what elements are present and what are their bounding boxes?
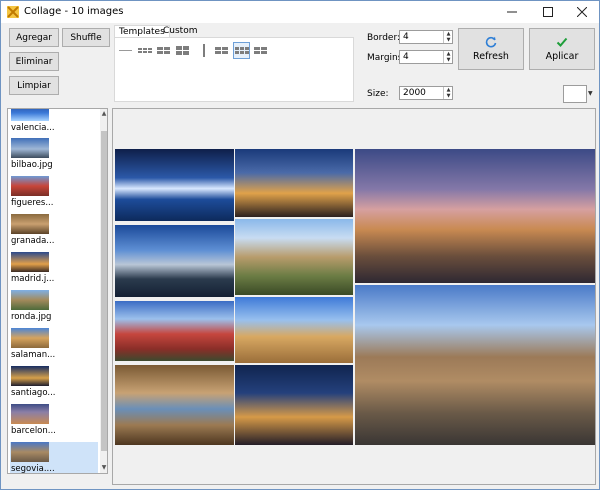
size-label: Size: xyxy=(367,89,389,99)
template-option[interactable] xyxy=(174,42,191,59)
margins-value: 4 xyxy=(403,52,409,62)
margins-spinner[interactable]: 4 ▲ ▼ xyxy=(399,50,453,64)
close-button[interactable] xyxy=(565,1,599,23)
list-item[interactable]: ronda.jpg xyxy=(10,290,98,328)
file-name: santiago... xyxy=(11,388,56,398)
apply-button[interactable]: Aplicar xyxy=(529,28,595,70)
collage-photo-santiago xyxy=(235,365,353,445)
background-color-picker[interactable] xyxy=(563,85,587,103)
checkmark-icon xyxy=(556,37,568,47)
shuffle-button[interactable]: Shuffle xyxy=(62,28,110,47)
list-item[interactable]: bilbao.jpg xyxy=(10,138,98,176)
refresh-label: Refresh xyxy=(473,51,509,62)
thumbnail-image xyxy=(11,138,49,158)
collage-photo-salamanca xyxy=(235,297,353,363)
minimize-button[interactable] xyxy=(495,1,529,23)
size-value: 2000 xyxy=(403,88,426,98)
list-item[interactable]: barcelon... xyxy=(10,404,98,442)
spinner-down-icon[interactable]: ▼ xyxy=(445,37,452,43)
thumbnail-image xyxy=(11,290,49,310)
collage-photo-granada xyxy=(115,365,234,445)
template-tabs: Templates Custom xyxy=(114,25,354,38)
template-option[interactable] xyxy=(155,42,172,59)
thumbnail-image xyxy=(11,176,49,196)
border-spinner[interactable]: 4 ▲ ▼ xyxy=(399,30,453,44)
thumbnail-image xyxy=(11,328,49,348)
collage-photo-figueres xyxy=(115,301,234,361)
collage-photo-barcelona xyxy=(355,149,595,283)
size-spinner[interactable]: 2000 ▲ ▼ xyxy=(399,86,453,100)
file-name: salaman... xyxy=(11,350,56,360)
minimize-icon xyxy=(507,11,517,13)
file-name: segovia.... xyxy=(11,464,55,474)
clear-button[interactable]: Limpiar xyxy=(9,76,59,95)
image-list-scrollbar[interactable]: ▲ ▼ xyxy=(100,109,107,473)
window-title: Collage - 10 images xyxy=(24,6,124,17)
template-option-selected[interactable] xyxy=(233,42,250,59)
template-option[interactable] xyxy=(117,42,134,59)
collage-window: Collage - 10 images Agregar Shuffle Elim… xyxy=(0,0,600,490)
template-option[interactable] xyxy=(213,42,230,59)
file-name: granada... xyxy=(11,236,55,246)
border-value: 4 xyxy=(403,32,409,42)
file-name: ronda.jpg xyxy=(11,312,52,322)
template-option[interactable] xyxy=(195,42,212,59)
file-name: madrid.j... xyxy=(11,274,55,284)
thumbnail-image xyxy=(11,442,49,462)
refresh-icon xyxy=(485,36,497,48)
add-button[interactable]: Agregar xyxy=(9,28,59,47)
collage-icon xyxy=(7,6,19,18)
template-panel xyxy=(114,37,354,102)
collage-photo-madrid xyxy=(235,149,353,217)
spinner-down-icon[interactable]: ▼ xyxy=(445,93,452,99)
thumbnail-image xyxy=(11,366,49,386)
file-name: bilbao.jpg xyxy=(11,160,53,170)
collage-preview xyxy=(112,108,596,485)
close-icon xyxy=(577,7,587,17)
file-name: barcelon... xyxy=(11,426,56,436)
file-name: figueres... xyxy=(11,198,54,208)
image-list[interactable]: valencia... bilbao.jpg figueres... grana… xyxy=(7,108,108,474)
list-item-selected[interactable]: segovia.... xyxy=(10,442,98,474)
thumbnail-image xyxy=(11,404,49,424)
collage-image xyxy=(115,149,595,445)
list-item[interactable]: madrid.j... xyxy=(10,252,98,290)
thumbnail-image xyxy=(11,252,49,272)
scroll-up-icon[interactable]: ▲ xyxy=(100,109,107,119)
thumbnail-image xyxy=(11,109,49,121)
list-item[interactable]: santiago... xyxy=(10,366,98,404)
scroll-down-icon[interactable]: ▼ xyxy=(100,463,107,473)
maximize-icon xyxy=(543,7,553,17)
collage-photo-ronda xyxy=(235,219,353,295)
collage-photo-segovia xyxy=(355,285,595,445)
scrollbar-thumb[interactable] xyxy=(101,131,107,451)
template-option[interactable] xyxy=(252,42,269,59)
apply-label: Aplicar xyxy=(545,51,579,62)
border-label: Border: xyxy=(367,33,401,43)
collage-photo-bilbao xyxy=(115,225,234,297)
title-bar: Collage - 10 images xyxy=(1,1,599,23)
remove-button[interactable]: Eliminar xyxy=(9,52,59,71)
thumbnail-image xyxy=(11,214,49,234)
list-item[interactable]: salaman... xyxy=(10,328,98,366)
refresh-button[interactable]: Refresh xyxy=(458,28,524,70)
list-item[interactable]: figueres... xyxy=(10,176,98,214)
list-item[interactable]: granada... xyxy=(10,214,98,252)
list-item[interactable]: valencia... xyxy=(10,109,98,139)
file-name: valencia... xyxy=(11,123,55,133)
spinner-down-icon[interactable]: ▼ xyxy=(445,57,452,63)
maximize-button[interactable] xyxy=(531,1,565,23)
chevron-down-icon[interactable]: ▼ xyxy=(588,85,594,103)
template-option[interactable] xyxy=(136,42,153,59)
collage-photo-valencia xyxy=(115,149,234,221)
